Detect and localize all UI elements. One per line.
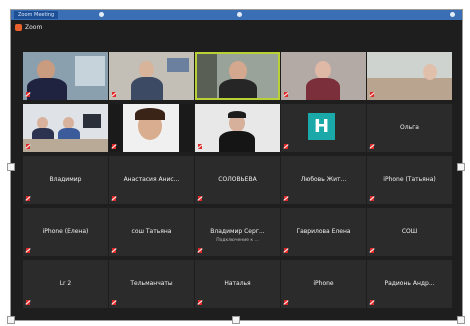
participant-avatar: H xyxy=(308,113,335,140)
resize-handle-left[interactable] xyxy=(7,163,15,171)
participant-tile[interactable]: H xyxy=(281,104,366,152)
participant-tile[interactable]: Гаврилова Елена xyxy=(281,208,366,256)
video-feed xyxy=(281,52,366,100)
muted-mic-icon xyxy=(26,248,30,253)
participant-name: Lr 2 xyxy=(59,280,72,287)
title-bar-dot-icon xyxy=(450,12,455,17)
participant-name: Владимир xyxy=(49,176,82,183)
window-title-bar[interactable]: Zoom Meeting xyxy=(11,10,462,20)
participant-name: Тельманчаты xyxy=(130,280,173,287)
muted-mic-icon xyxy=(284,300,288,305)
video-feed xyxy=(109,104,194,152)
gallery-view: H Ольга Владимир Анастасия Анис... СОЛОВ… xyxy=(23,52,455,314)
muted-mic-icon xyxy=(370,92,374,97)
participant-tile[interactable] xyxy=(367,52,452,100)
participant-name: Любовь Жит... xyxy=(300,176,347,183)
participant-tile[interactable]: Радионь Андр... xyxy=(367,260,452,308)
participant-name: сош Татьяна xyxy=(131,228,172,235)
video-feed xyxy=(195,104,280,152)
muted-mic-icon xyxy=(370,300,374,305)
participant-name: iPhone xyxy=(313,280,334,287)
participant-tile[interactable] xyxy=(195,104,280,152)
muted-mic-icon xyxy=(370,248,374,253)
participant-tile[interactable]: Любовь Жит... xyxy=(281,156,366,204)
participant-name: Радионь Андр... xyxy=(384,280,435,287)
muted-mic-icon xyxy=(284,248,288,253)
muted-mic-icon xyxy=(112,196,116,201)
muted-mic-icon xyxy=(26,92,30,97)
app-header: Zoom xyxy=(11,20,462,36)
muted-mic-icon xyxy=(26,196,30,201)
muted-mic-icon xyxy=(112,248,116,253)
title-bar-dot-icon xyxy=(237,12,242,17)
window-title: Zoom Meeting xyxy=(14,11,59,19)
participant-name: iPhone (Елена) xyxy=(42,228,89,235)
zoom-logo-icon xyxy=(15,24,22,31)
participant-tile[interactable] xyxy=(23,52,108,100)
participant-tile[interactable] xyxy=(109,104,194,152)
muted-mic-icon xyxy=(112,300,116,305)
muted-mic-icon xyxy=(284,92,288,97)
participant-tile[interactable]: СОЛОВЬЕВА xyxy=(195,156,280,204)
participant-tile[interactable]: Наталья xyxy=(195,260,280,308)
zoom-window: Zoom Meeting Zoom H Ольга Владимир Анаст… xyxy=(10,9,463,321)
resize-handle-bottom-left[interactable] xyxy=(7,316,15,324)
participant-tile[interactable]: iPhone (Елена) xyxy=(23,208,108,256)
muted-mic-icon xyxy=(284,196,288,201)
app-name: Zoom xyxy=(25,24,43,31)
muted-mic-icon xyxy=(112,92,116,97)
participant-tile[interactable]: Lr 2 xyxy=(23,260,108,308)
participant-tile[interactable]: Владимир xyxy=(23,156,108,204)
muted-mic-icon xyxy=(198,144,202,149)
muted-mic-icon xyxy=(26,144,30,149)
video-feed xyxy=(23,104,108,152)
muted-mic-icon xyxy=(26,300,30,305)
title-bar-dot-icon xyxy=(99,12,104,17)
participant-tile[interactable] xyxy=(109,52,194,100)
participant-name: СОШ xyxy=(401,228,418,235)
muted-mic-icon xyxy=(370,196,374,201)
video-feed xyxy=(367,52,452,100)
participant-tile[interactable]: Ольга xyxy=(367,104,452,152)
participant-name: Гаврилова Елена xyxy=(296,228,351,235)
participant-tile[interactable]: iPhone (Татьяна) xyxy=(367,156,452,204)
participant-name: Владимир Серг... xyxy=(210,228,265,235)
participant-tile[interactable]: Владимир Серг... Подключение к ... xyxy=(195,208,280,256)
participant-tile[interactable] xyxy=(23,104,108,152)
participant-name: iPhone (Татьяна) xyxy=(383,176,436,183)
participant-name: СОЛОВЬЕВА xyxy=(218,176,257,183)
video-feed xyxy=(23,52,108,100)
participant-name: Анастасия Анис... xyxy=(123,176,180,183)
resize-handle-bottom-right[interactable] xyxy=(457,316,465,324)
participant-name: Ольга xyxy=(400,124,419,131)
video-feed xyxy=(197,54,278,98)
video-feed xyxy=(109,52,194,100)
participant-tile[interactable]: сош Татьяна xyxy=(109,208,194,256)
participant-tile[interactable]: Тельманчаты xyxy=(109,260,194,308)
muted-mic-icon xyxy=(198,300,202,305)
participant-tile-active-speaker[interactable] xyxy=(195,52,280,100)
resize-handle-right[interactable] xyxy=(457,163,465,171)
participant-tile[interactable] xyxy=(281,52,366,100)
participant-tile[interactable]: iPhone xyxy=(281,260,366,308)
participant-tile[interactable]: Анастасия Анис... xyxy=(109,156,194,204)
muted-mic-icon xyxy=(370,144,374,149)
participant-name: Наталья xyxy=(224,280,251,287)
muted-mic-icon xyxy=(198,248,202,253)
muted-mic-icon xyxy=(112,144,116,149)
muted-mic-icon xyxy=(198,196,202,201)
resize-handle-bottom[interactable] xyxy=(232,316,240,324)
connection-status: Подключение к ... xyxy=(216,238,259,243)
muted-mic-icon xyxy=(284,144,288,149)
participant-tile[interactable]: СОШ xyxy=(367,208,452,256)
